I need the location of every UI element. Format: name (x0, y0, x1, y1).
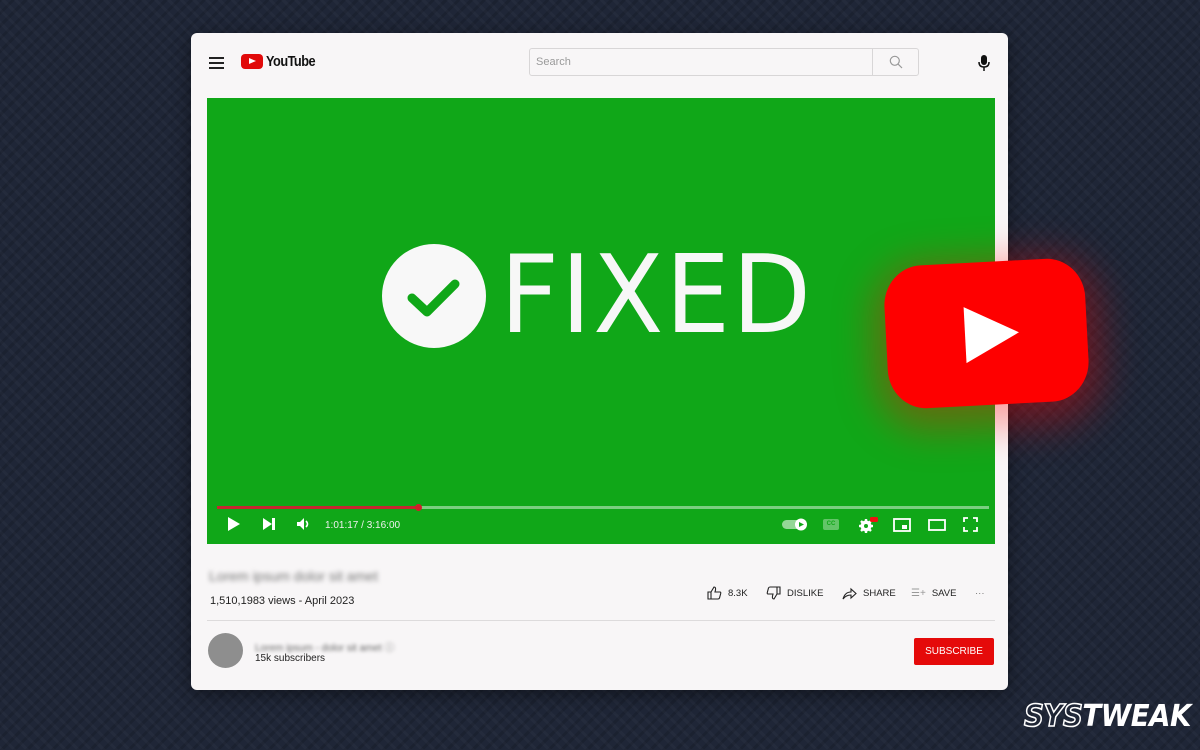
divider (207, 620, 995, 621)
add-to-playlist-icon: ☰+ (911, 587, 926, 599)
like-button[interactable]: 8.3K (707, 586, 748, 600)
search-input[interactable] (530, 49, 872, 75)
share-button[interactable]: SHARE (842, 587, 896, 600)
dislike-label: DISLIKE (787, 587, 824, 599)
fixed-text: FIXED (500, 233, 813, 358)
search-button[interactable] (872, 49, 918, 75)
search-bar (529, 48, 919, 76)
next-icon[interactable] (262, 517, 276, 531)
dislike-button[interactable]: DISLIKE (766, 586, 823, 600)
video-player[interactable]: FIXED 1:01:17 / 3:16:00 CC (207, 98, 995, 544)
fixed-overlay: FIXED (382, 242, 829, 350)
theater-mode-icon[interactable] (928, 519, 946, 531)
channel-name[interactable]: Lorem ipsum - dolor sit amet ⓘ (255, 639, 395, 654)
hamburger-menu-icon[interactable] (209, 57, 224, 69)
video-title: Lorem ipsum dolor sit amet (209, 568, 378, 584)
save-label: SAVE (931, 587, 957, 599)
progress-fill (217, 506, 418, 509)
systweak-watermark: SYSTWEAK (1023, 698, 1191, 735)
player-controls: 1:01:17 / 3:16:00 CC (207, 512, 995, 538)
subscribe-button[interactable]: SUBSCRIBE (914, 638, 994, 665)
progress-bar[interactable] (217, 504, 989, 511)
play-icon[interactable] (227, 516, 241, 532)
volume-icon[interactable] (296, 517, 310, 531)
watermark-tweak: TWEAK (1082, 699, 1191, 734)
youtube-wordmark: YouTube (266, 53, 316, 70)
fullscreen-icon[interactable] (963, 517, 978, 532)
youtube-play-badge-icon (241, 54, 263, 69)
thumbs-up-icon (707, 586, 722, 600)
youtube-play-logo-icon (882, 256, 1091, 411)
miniplayer-icon[interactable] (893, 518, 911, 532)
youtube-window: YouTube FIXED 1:01:17 / 3:16:00 CC (191, 33, 1008, 690)
autoplay-toggle[interactable] (782, 518, 808, 531)
share-label: SHARE (863, 587, 896, 599)
channel-avatar[interactable] (208, 633, 243, 668)
scrubber-handle[interactable] (414, 504, 422, 511)
captions-button[interactable]: CC (823, 519, 839, 530)
more-options-button[interactable]: ··· (975, 588, 985, 599)
like-count: 8.3K (728, 587, 748, 599)
checkmark-circle-icon (382, 244, 486, 348)
share-icon (842, 587, 857, 599)
time-display: 1:01:17 / 3:16:00 (325, 520, 401, 531)
youtube-logo[interactable]: YouTube (241, 53, 324, 70)
microphone-icon[interactable] (977, 54, 991, 72)
subscriber-count: 15k subscribers (255, 653, 326, 664)
save-button[interactable]: ☰+ SAVE (911, 588, 956, 599)
view-count-date: 1,510,1983 views - April 2023 (210, 595, 355, 607)
search-icon (889, 55, 902, 69)
watermark-sys: SYS (1023, 698, 1083, 735)
settings-gear-icon[interactable] (859, 517, 879, 533)
thumbs-down-icon (766, 586, 781, 600)
